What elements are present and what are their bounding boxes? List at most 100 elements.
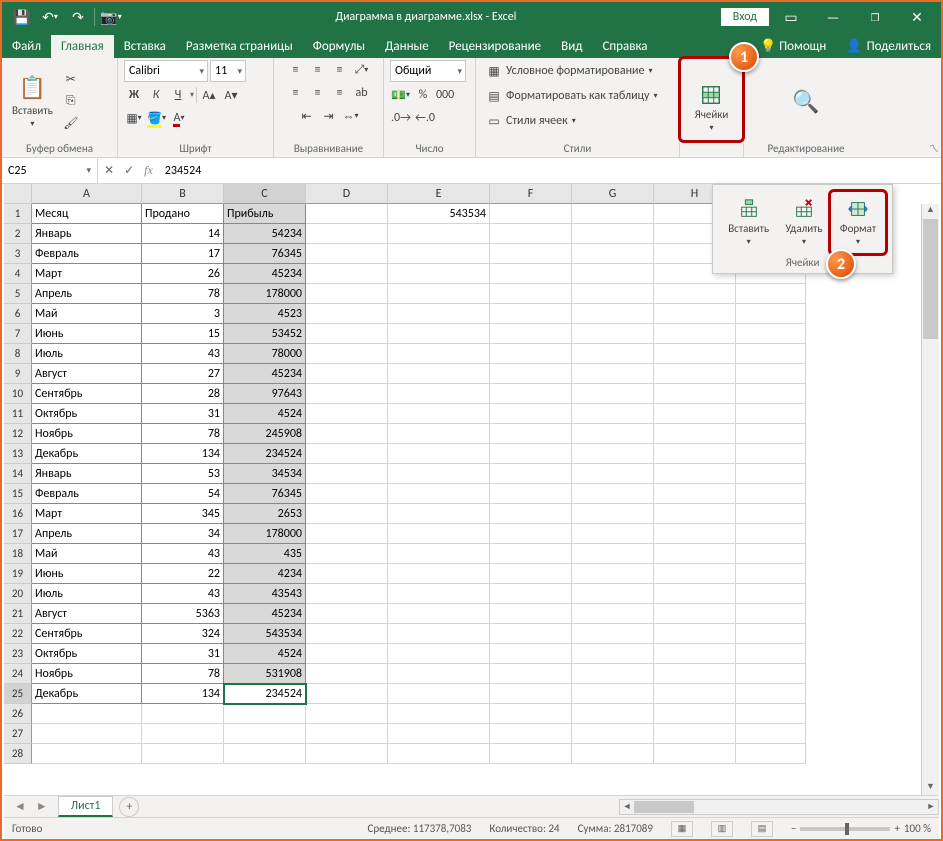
cell[interactable] xyxy=(388,424,490,444)
cell[interactable]: Июль xyxy=(32,584,142,604)
cell[interactable] xyxy=(388,584,490,604)
row-header[interactable]: 19 xyxy=(4,564,32,584)
cell[interactable] xyxy=(142,724,224,744)
cell[interactable] xyxy=(490,224,572,244)
popup-insert-button[interactable]: Вставить▾ xyxy=(721,193,776,252)
cell[interactable] xyxy=(388,564,490,584)
cell[interactable] xyxy=(654,284,736,304)
cell[interactable] xyxy=(654,504,736,524)
cell[interactable]: 245908 xyxy=(224,424,306,444)
sheet-nav-prev-icon[interactable]: ◄ xyxy=(14,799,26,814)
name-box[interactable]: C25 xyxy=(2,158,98,183)
cell[interactable] xyxy=(736,524,806,544)
cell[interactable] xyxy=(306,204,388,224)
column-header[interactable]: A xyxy=(32,184,142,204)
align-bottom-icon[interactable]: ≡ xyxy=(330,60,350,80)
cell[interactable]: 76345 xyxy=(224,244,306,264)
cell[interactable] xyxy=(572,544,654,564)
cell[interactable]: 34 xyxy=(142,524,224,544)
cell[interactable]: 53 xyxy=(142,464,224,484)
cell[interactable]: 31 xyxy=(142,404,224,424)
cell[interactable] xyxy=(306,244,388,264)
cell[interactable]: 28 xyxy=(142,384,224,404)
cell[interactable] xyxy=(654,624,736,644)
scroll-thumb[interactable] xyxy=(923,219,938,339)
cell[interactable] xyxy=(490,524,572,544)
cell[interactable] xyxy=(736,664,806,684)
fx-icon[interactable]: fx xyxy=(144,163,153,178)
align-center-icon[interactable]: ≡ xyxy=(308,83,328,103)
row-header[interactable]: 5 xyxy=(4,284,32,304)
horizontal-scrollbar[interactable]: ◄ ► xyxy=(619,799,939,815)
cell[interactable] xyxy=(490,624,572,644)
cell[interactable]: Декабрь xyxy=(32,444,142,464)
cell[interactable] xyxy=(654,644,736,664)
align-top-icon[interactable]: ≡ xyxy=(286,60,306,80)
cell[interactable] xyxy=(654,684,736,704)
tab-insert[interactable]: Вставка xyxy=(114,35,176,58)
paste-button[interactable]: 📋 Вставить ▾ xyxy=(8,72,57,131)
cell[interactable] xyxy=(572,464,654,484)
row-header[interactable]: 25 xyxy=(4,684,32,704)
cut-icon[interactable]: ✂ xyxy=(61,69,81,89)
cell[interactable] xyxy=(32,704,142,724)
cell[interactable]: Октябрь xyxy=(32,404,142,424)
cell[interactable] xyxy=(306,264,388,284)
cell[interactable] xyxy=(224,704,306,724)
row-header[interactable]: 9 xyxy=(4,364,32,384)
cell[interactable] xyxy=(490,564,572,584)
cell[interactable] xyxy=(572,304,654,324)
cell[interactable] xyxy=(490,264,572,284)
cell[interactable] xyxy=(388,264,490,284)
hscroll-thumb[interactable] xyxy=(634,801,694,813)
sheet-tab[interactable]: Лист1 xyxy=(58,796,114,817)
cell[interactable] xyxy=(388,324,490,344)
cell[interactable] xyxy=(572,264,654,284)
cell[interactable] xyxy=(736,704,806,724)
cell[interactable] xyxy=(490,344,572,364)
cell[interactable] xyxy=(388,604,490,624)
cell[interactable] xyxy=(388,624,490,644)
cell[interactable]: Март xyxy=(32,264,142,284)
cell[interactable]: Декабрь xyxy=(32,684,142,704)
row-header[interactable]: 1 xyxy=(4,204,32,224)
cell[interactable]: 78 xyxy=(142,424,224,444)
cell[interactable]: 45234 xyxy=(224,364,306,384)
cell[interactable]: 234524 xyxy=(224,444,306,464)
cell[interactable]: Ноябрь xyxy=(32,664,142,684)
cell[interactable] xyxy=(224,744,306,764)
cell[interactable]: 345 xyxy=(142,504,224,524)
row-header[interactable]: 2 xyxy=(4,224,32,244)
row-header[interactable]: 28 xyxy=(4,744,32,764)
row-header[interactable]: 26 xyxy=(4,704,32,724)
zoom-out-button[interactable]: − xyxy=(791,822,796,835)
row-header[interactable]: 23 xyxy=(4,644,32,664)
increase-decimal-icon[interactable]: .0→ xyxy=(390,108,412,128)
cell[interactable] xyxy=(572,484,654,504)
tab-share[interactable]: 👤Поделиться xyxy=(836,35,941,58)
cell[interactable] xyxy=(654,344,736,364)
cell[interactable]: 45234 xyxy=(224,604,306,624)
scroll-down-icon[interactable]: ▼ xyxy=(922,781,939,795)
cell[interactable] xyxy=(572,604,654,624)
cell[interactable] xyxy=(736,424,806,444)
cell[interactable]: Февраль xyxy=(32,484,142,504)
row-header[interactable]: 7 xyxy=(4,324,32,344)
row-header[interactable]: 27 xyxy=(4,724,32,744)
cell[interactable]: 543534 xyxy=(224,624,306,644)
decrease-font-icon[interactable]: A▾ xyxy=(221,85,241,105)
formula-bar[interactable]: 234524 xyxy=(159,164,941,178)
row-header[interactable]: 3 xyxy=(4,244,32,264)
undo-icon[interactable]: ↶▾ xyxy=(38,5,62,29)
cell[interactable]: 4234 xyxy=(224,564,306,584)
tab-home[interactable]: Главная xyxy=(51,35,114,58)
cell[interactable] xyxy=(306,604,388,624)
popup-delete-button[interactable]: Удалить▾ xyxy=(778,193,830,252)
align-left-icon[interactable]: ≡ xyxy=(286,83,306,103)
cell[interactable] xyxy=(388,404,490,424)
column-header[interactable]: E xyxy=(388,184,490,204)
cell[interactable]: 531908 xyxy=(224,664,306,684)
cell[interactable] xyxy=(572,724,654,744)
cell[interactable] xyxy=(490,504,572,524)
view-page-layout-icon[interactable]: ▥ xyxy=(711,821,733,837)
